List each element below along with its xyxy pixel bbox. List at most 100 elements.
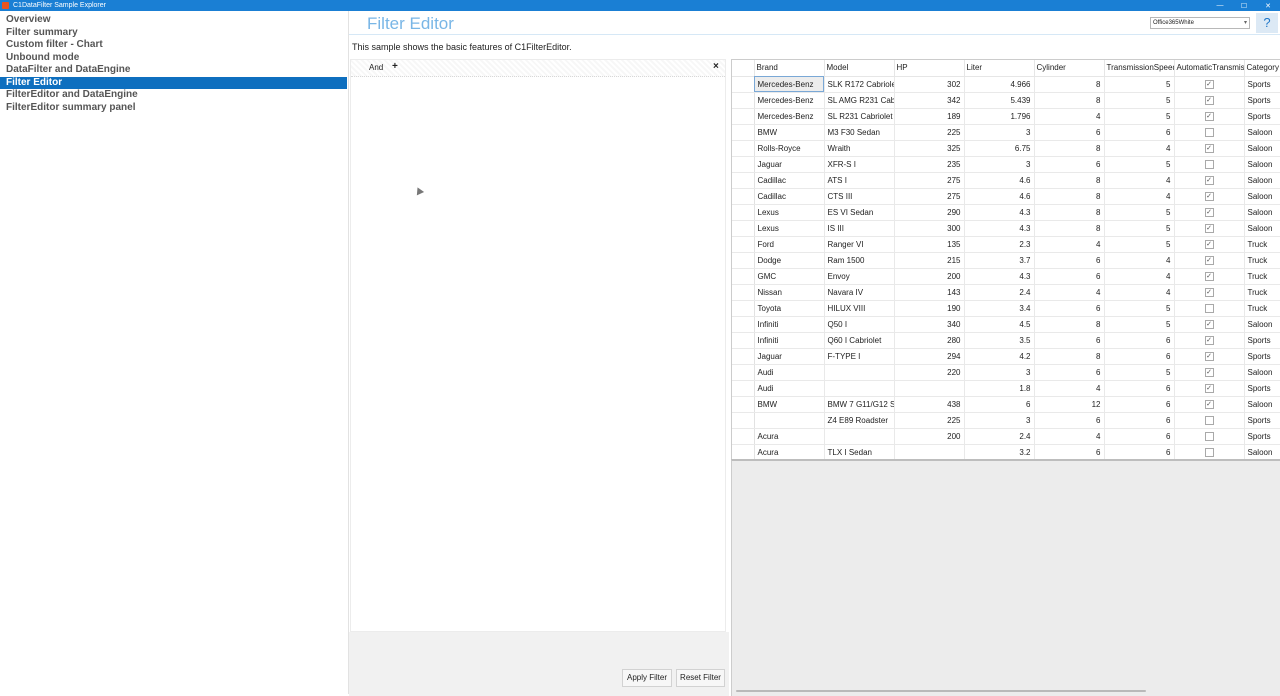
grid-cell-automatic[interactable] xyxy=(1174,156,1245,173)
row-header[interactable] xyxy=(732,236,755,253)
grid-cell-category[interactable]: Sports xyxy=(1244,76,1280,93)
grid-cell-automatic[interactable] xyxy=(1174,412,1245,429)
grid-cell-ts[interactable]: 6 xyxy=(1104,332,1175,349)
table-row[interactable]: Audi 1.8 4 6 ✓ Sports xyxy=(732,380,1280,397)
grid-cell-hp[interactable]: 302 xyxy=(894,76,965,93)
table-row[interactable]: Infiniti Q60 I Cabriolet 280 3.5 6 6 ✓ Sports xyxy=(732,332,1280,349)
grid-cell-automatic[interactable]: ✓ xyxy=(1174,220,1245,237)
grid-cell-ts[interactable]: 4 xyxy=(1104,172,1175,189)
grid-cell-cyl[interactable]: 4 xyxy=(1034,108,1105,125)
grid-cell-brand[interactable]: Cadillac xyxy=(754,172,825,189)
grid-cell-brand[interactable]: Infiniti xyxy=(754,332,825,349)
grid-cell-hp[interactable]: 325 xyxy=(894,140,965,157)
grid-cell-brand[interactable]: Cadillac xyxy=(754,188,825,205)
grid-cell-brand[interactable]: Mercedes-Benz xyxy=(754,76,825,93)
table-row[interactable]: Cadillac CTS III 275 4.6 8 4 ✓ Saloon xyxy=(732,188,1280,205)
grid-cell-ts[interactable]: 5 xyxy=(1104,108,1175,125)
grid-cell-liter[interactable]: 6 xyxy=(964,396,1035,413)
row-header[interactable] xyxy=(732,348,755,365)
table-row[interactable]: BMW M3 F30 Sedan 225 3 6 6 Saloon xyxy=(732,124,1280,141)
remove-expression-icon[interactable]: × xyxy=(713,61,719,72)
checkbox-unchecked-icon[interactable] xyxy=(1204,431,1214,441)
table-row[interactable]: Nissan Navara IV 143 2.4 4 4 ✓ Truck xyxy=(732,284,1280,301)
column-header[interactable]: Cylinder xyxy=(1034,60,1105,77)
grid-cell-cyl[interactable]: 4 xyxy=(1034,380,1105,397)
grid-cell-ts[interactable]: 6 xyxy=(1104,396,1175,413)
grid-cell-category[interactable]: Sports xyxy=(1244,332,1280,349)
checkbox-unchecked-icon[interactable] xyxy=(1204,447,1214,457)
grid-cell-category[interactable]: Sports xyxy=(1244,348,1280,365)
grid-cell-automatic[interactable]: ✓ xyxy=(1174,188,1245,205)
theme-select[interactable]: Office365White ▾ xyxy=(1150,17,1250,29)
grid-cell-model[interactable]: Envoy xyxy=(824,268,895,285)
grid-cell-hp[interactable] xyxy=(894,444,965,461)
grid-cell-ts[interactable]: 4 xyxy=(1104,140,1175,157)
row-header[interactable] xyxy=(732,252,755,269)
maximize-icon[interactable]: ☐ xyxy=(1232,0,1256,11)
horizontal-scrollbar[interactable] xyxy=(736,690,1146,692)
grid-cell-automatic[interactable]: ✓ xyxy=(1174,236,1245,253)
grid-cell-brand[interactable]: Lexus xyxy=(754,220,825,237)
grid-cell-automatic[interactable]: ✓ xyxy=(1174,140,1245,157)
checkbox-checked-icon[interactable]: ✓ xyxy=(1204,351,1214,361)
grid-cell-category[interactable]: Sports xyxy=(1244,412,1280,429)
table-row[interactable]: Acura 200 2.4 4 6 Sports xyxy=(732,428,1280,445)
grid-cell-ts[interactable]: 4 xyxy=(1104,188,1175,205)
grid-cell-ts[interactable]: 5 xyxy=(1104,92,1175,109)
grid-cell-model[interactable]: HILUX VIII xyxy=(824,300,895,317)
grid-cell-hp[interactable]: 340 xyxy=(894,316,965,333)
grid-cell-cyl[interactable]: 6 xyxy=(1034,364,1105,381)
sidebar-item[interactable]: DataFilter and DataEngine xyxy=(0,64,347,77)
grid-cell-hp[interactable]: 200 xyxy=(894,428,965,445)
grid-cell-brand[interactable]: Dodge xyxy=(754,252,825,269)
grid-cell-cyl[interactable]: 8 xyxy=(1034,92,1105,109)
grid-cell-model[interactable]: Wraith xyxy=(824,140,895,157)
row-header[interactable] xyxy=(732,364,755,381)
grid-cell-liter[interactable]: 3.2 xyxy=(964,444,1035,461)
column-header[interactable]: Category xyxy=(1244,60,1280,77)
grid-cell-hp[interactable]: 190 xyxy=(894,300,965,317)
checkbox-checked-icon[interactable]: ✓ xyxy=(1204,111,1214,121)
grid-cell-brand[interactable]: Mercedes-Benz xyxy=(754,92,825,109)
grid-cell-cyl[interactable]: 6 xyxy=(1034,332,1105,349)
grid-cell-model[interactable]: Q50 I xyxy=(824,316,895,333)
grid-cell-category[interactable]: Sports xyxy=(1244,428,1280,445)
grid-cell-liter[interactable]: 4.6 xyxy=(964,172,1035,189)
minimize-icon[interactable]: — xyxy=(1208,0,1232,11)
grid-cell-automatic[interactable]: ✓ xyxy=(1174,284,1245,301)
checkbox-checked-icon[interactable]: ✓ xyxy=(1204,335,1214,345)
grid-cell-hp[interactable]: 290 xyxy=(894,204,965,221)
grid-cell-model[interactable]: ATS I xyxy=(824,172,895,189)
grid-cell-hp[interactable]: 342 xyxy=(894,92,965,109)
row-header[interactable] xyxy=(732,140,755,157)
grid-cell-automatic[interactable]: ✓ xyxy=(1174,76,1245,93)
close-icon[interactable]: ✕ xyxy=(1256,0,1280,11)
grid-cell-hp[interactable]: 225 xyxy=(894,124,965,141)
grid-cell-liter[interactable]: 2.4 xyxy=(964,428,1035,445)
table-row[interactable]: BMW BMW 7 G11/G12 S 438 6 12 6 ✓ Saloon xyxy=(732,396,1280,413)
grid-cell-model[interactable]: ES VI Sedan xyxy=(824,204,895,221)
grid-cell-liter[interactable]: 2.3 xyxy=(964,236,1035,253)
table-row[interactable]: Lexus ES VI Sedan 290 4.3 8 5 ✓ Saloon xyxy=(732,204,1280,221)
grid-cell-model[interactable] xyxy=(824,364,895,381)
grid-cell-brand[interactable]: Mercedes-Benz xyxy=(754,108,825,125)
grid-cell-category[interactable]: Saloon xyxy=(1244,204,1280,221)
grid-cell-automatic[interactable]: ✓ xyxy=(1174,348,1245,365)
filter-operator-and[interactable]: And xyxy=(369,63,383,72)
grid-cell-brand[interactable]: Infiniti xyxy=(754,316,825,333)
grid-cell-category[interactable]: Truck xyxy=(1244,284,1280,301)
grid-cell-cyl[interactable]: 4 xyxy=(1034,428,1105,445)
grid-cell-ts[interactable]: 4 xyxy=(1104,268,1175,285)
grid-cell-automatic[interactable] xyxy=(1174,124,1245,141)
table-row[interactable]: Rolls-Royce Wraith 325 6.75 8 4 ✓ Saloon xyxy=(732,140,1280,157)
table-row[interactable]: Ford Ranger VI 135 2.3 4 5 ✓ Truck xyxy=(732,236,1280,253)
grid-cell-model[interactable]: Q60 I Cabriolet xyxy=(824,332,895,349)
row-header[interactable] xyxy=(732,124,755,141)
grid-cell-category[interactable]: Sports xyxy=(1244,92,1280,109)
grid-cell-ts[interactable]: 5 xyxy=(1104,364,1175,381)
grid-cell-ts[interactable]: 5 xyxy=(1104,316,1175,333)
grid-cell-model[interactable]: BMW 7 G11/G12 S xyxy=(824,396,895,413)
grid-cell-ts[interactable]: 4 xyxy=(1104,284,1175,301)
row-header[interactable] xyxy=(732,284,755,301)
grid-cell-cyl[interactable]: 6 xyxy=(1034,156,1105,173)
